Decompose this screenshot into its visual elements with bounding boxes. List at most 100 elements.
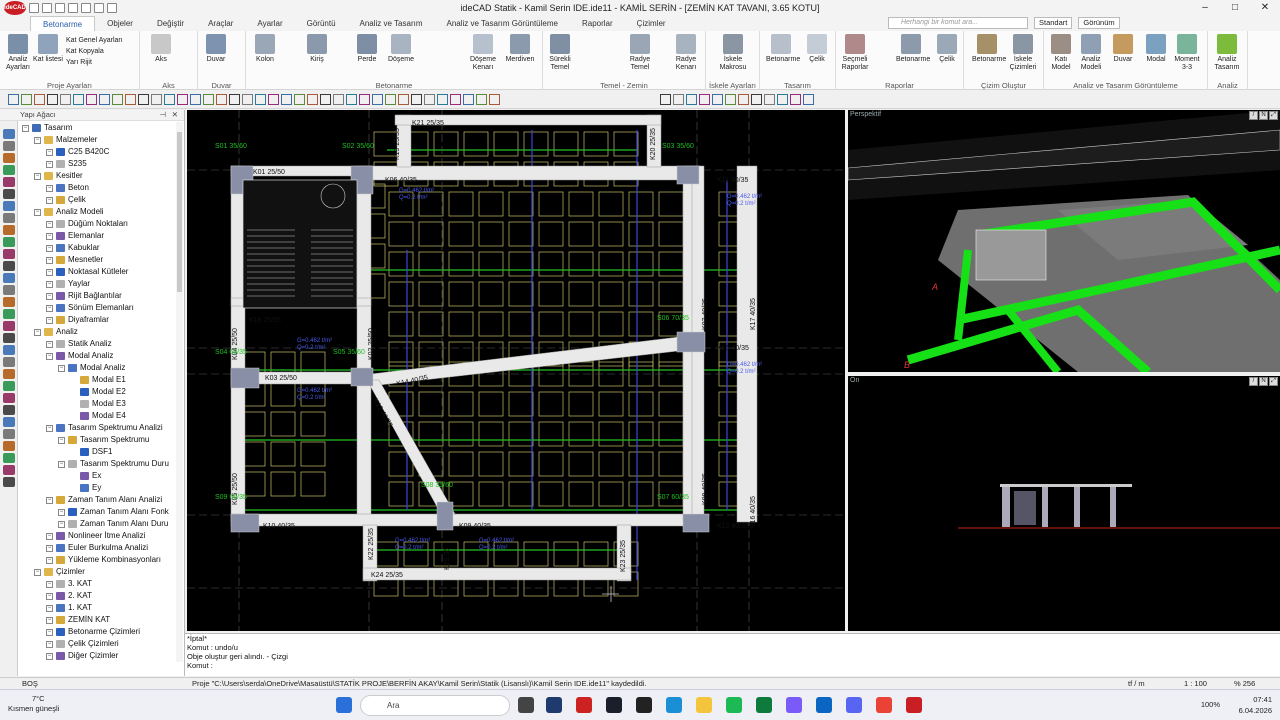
beam-button[interactable]: Kiriş <box>302 34 332 64</box>
side-tool-icon[interactable] <box>3 321 15 331</box>
toolbar-tool-icon[interactable] <box>385 94 396 105</box>
redo-icon[interactable] <box>81 3 91 13</box>
weather-widget[interactable]: 7°C Kısmen güneşli <box>8 694 59 714</box>
toolbar-tool-icon[interactable] <box>738 94 749 105</box>
toolbar-tool-icon[interactable] <box>489 94 500 105</box>
clock-date[interactable]: 6.04.2026 <box>1239 705 1272 716</box>
restore-icon[interactable]: / <box>1249 377 1258 386</box>
toolbar-tool-icon[interactable] <box>424 94 435 105</box>
toolbar-tool-icon[interactable] <box>229 94 240 105</box>
github-icon[interactable] <box>636 697 652 713</box>
side-tool-icon[interactable] <box>3 297 15 307</box>
toolbar-tool-icon[interactable] <box>112 94 123 105</box>
side-tool-icon[interactable] <box>3 273 15 283</box>
side-tool-icon[interactable] <box>3 429 15 439</box>
tree-item[interactable]: − Euler Burkulma Analizi <box>18 542 178 554</box>
open-file-icon[interactable] <box>42 3 52 13</box>
side-tool-icon[interactable] <box>3 381 15 391</box>
expand-toggle-icon[interactable]: − <box>46 641 53 648</box>
close-icon[interactable]: ✕ <box>1250 0 1280 16</box>
expand-toggle-icon[interactable]: − <box>46 185 53 192</box>
expand-toggle-icon[interactable]: − <box>46 281 53 288</box>
expand-toggle-icon[interactable]: − <box>46 305 53 312</box>
scaffold-macro-button[interactable]: İskele Makrosu <box>718 34 748 72</box>
tree-item[interactable]: − Beton <box>18 182 178 194</box>
expand-toggle-icon[interactable]: − <box>34 137 41 144</box>
expand-toggle-icon[interactable]: − <box>34 173 41 180</box>
expand-toggle-icon[interactable]: − <box>46 233 53 240</box>
modal-button[interactable]: Modal <box>1141 34 1171 64</box>
expand-toggle-icon[interactable]: − <box>46 581 53 588</box>
expand-toggle-icon[interactable]: − <box>58 437 65 444</box>
undo-icon[interactable] <box>68 3 78 13</box>
side-tool-icon[interactable] <box>3 309 15 319</box>
toolbar-tool-icon[interactable] <box>411 94 422 105</box>
expand-toggle-icon[interactable]: − <box>34 329 41 336</box>
expand-toggle-icon[interactable]: − <box>58 461 65 468</box>
expand-toggle-icon[interactable]: − <box>46 617 53 624</box>
app-icon[interactable] <box>786 697 802 713</box>
close-panel-icon[interactable]: ✕ <box>172 110 178 119</box>
word-icon[interactable] <box>816 697 832 713</box>
settings-icon[interactable] <box>107 3 117 13</box>
tab-3[interactable]: Araçlar <box>196 16 245 31</box>
expand-toggle-icon[interactable]: − <box>46 257 53 264</box>
toolbar-tool-icon[interactable] <box>203 94 214 105</box>
tree-item[interactable]: − Diyaframlar <box>18 314 178 326</box>
toolbar-tool-icon[interactable] <box>190 94 201 105</box>
expand-toggle-icon[interactable]: − <box>46 533 53 540</box>
tree-item[interactable]: − Zaman Tanım Alanı Duru <box>18 518 178 530</box>
toolbar-tool-icon[interactable] <box>177 94 188 105</box>
tree-item[interactable]: Modal E2 <box>18 386 178 398</box>
side-tool-icon[interactable] <box>3 417 15 427</box>
expand-toggle-icon[interactable]: − <box>46 629 53 636</box>
toolbar-tool-icon[interactable] <box>699 94 710 105</box>
nav-icon[interactable]: N <box>1259 377 1268 386</box>
restore-icon[interactable]: / <box>1249 111 1258 120</box>
new-file-icon[interactable] <box>29 3 39 13</box>
expand-icon[interactable]: ⤢ <box>1269 377 1278 386</box>
toolbar-tool-icon[interactable] <box>673 94 684 105</box>
side-tool-icon[interactable] <box>3 465 15 475</box>
tree-item[interactable]: Modal E3 <box>18 398 178 410</box>
tree-item[interactable]: − Modal Analiz <box>18 362 178 374</box>
expand-toggle-icon[interactable]: − <box>34 569 41 576</box>
drawing-concrete-button[interactable]: Betonarme <box>972 34 1006 64</box>
side-tool-icon[interactable] <box>3 261 15 271</box>
perspective-viewport[interactable]: A B Perspektif / N ⤢ <box>848 110 1280 372</box>
tree-item[interactable]: − Çelik Çizimleri <box>18 638 178 650</box>
tree-item[interactable]: − Rijit Bağlantılar <box>18 290 178 302</box>
toolbar-tool-icon[interactable] <box>281 94 292 105</box>
toolbar-tool-icon[interactable] <box>437 94 448 105</box>
toolbar-tool-icon[interactable] <box>60 94 71 105</box>
tree-item[interactable]: Ex <box>18 470 178 482</box>
tree-item[interactable]: − Betonarme Çizimleri <box>18 626 178 638</box>
stair-button[interactable]: Merdiven <box>505 34 535 64</box>
tree-item[interactable]: − Kabuklar <box>18 242 178 254</box>
plan-viewport[interactable]: K21 25/35 K19 25/35 K20 25/35 K01 25/50 K06 … <box>187 110 845 631</box>
tree-item[interactable]: − Analiz <box>18 326 178 338</box>
column-button[interactable]: Kolon <box>250 34 280 64</box>
toolbar-tool-icon[interactable] <box>476 94 487 105</box>
side-tool-icon[interactable] <box>3 141 15 151</box>
tree-item[interactable]: Modal E4 <box>18 410 178 422</box>
tree-item[interactable]: − C25 B420C <box>18 146 178 158</box>
toolbar-tool-icon[interactable] <box>463 94 474 105</box>
side-tool-icon[interactable] <box>3 333 15 343</box>
expand-toggle-icon[interactable]: − <box>46 197 53 204</box>
expand-toggle-icon[interactable]: − <box>46 161 53 168</box>
toolbar-tool-icon[interactable] <box>764 94 775 105</box>
analysis-design-button[interactable]: Analiz Tasarım <box>1212 34 1242 72</box>
side-tool-icon[interactable] <box>3 153 15 163</box>
side-tool-icon[interactable] <box>3 453 15 463</box>
expand-toggle-icon[interactable]: − <box>34 209 41 216</box>
tree-item[interactable]: − Çelik <box>18 194 178 206</box>
tree-item[interactable]: − Sönüm Elemanları <box>18 302 178 314</box>
tree-item[interactable]: − Nonlineer İtme Analizi <box>18 530 178 542</box>
expand-toggle-icon[interactable]: − <box>46 353 53 360</box>
analysis-model-button[interactable]: Analiz Modeli <box>1076 34 1106 72</box>
toolbar-tool-icon[interactable] <box>242 94 253 105</box>
tree-item[interactable]: − 3. KAT <box>18 578 178 590</box>
pin-icon[interactable]: ⊣ <box>159 110 166 119</box>
toolbar-tool-icon[interactable] <box>777 94 788 105</box>
